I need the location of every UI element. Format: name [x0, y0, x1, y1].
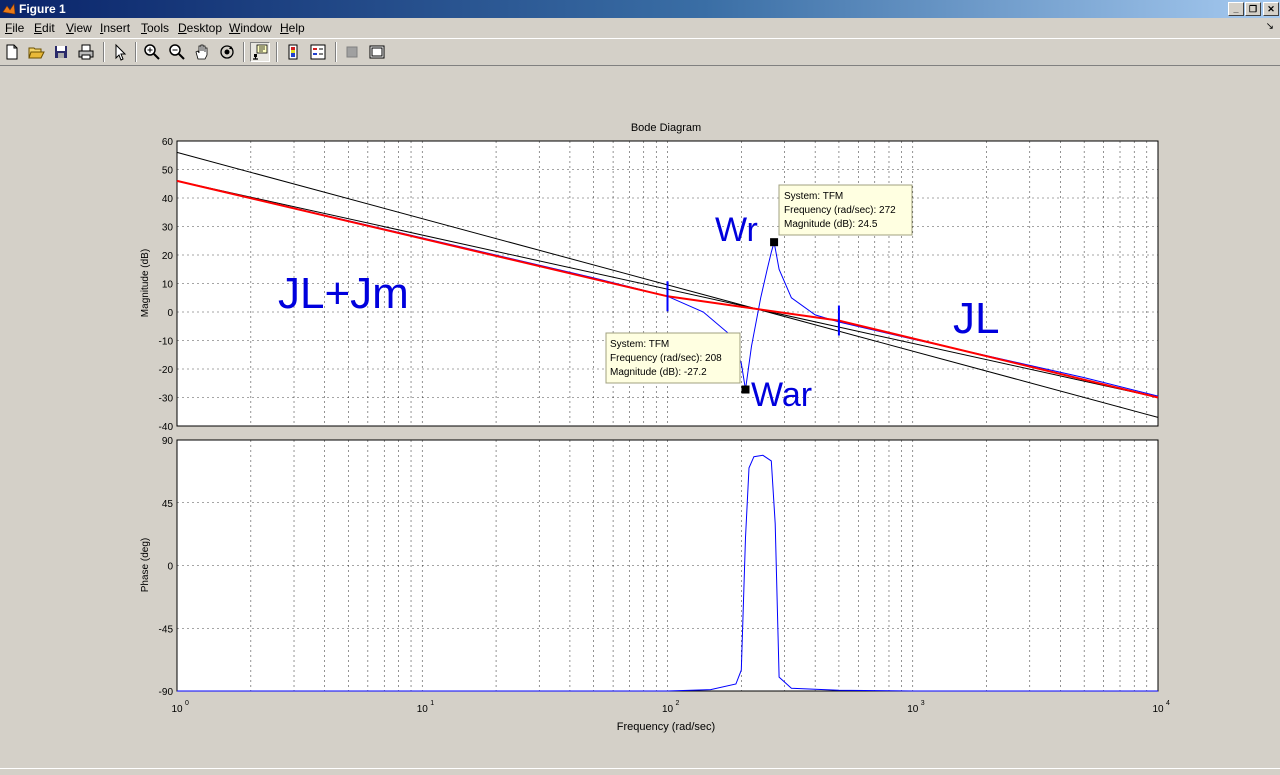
close-button[interactable]: ✕ [1263, 2, 1279, 16]
x-tick-label: 10 [662, 704, 674, 715]
data-cursor-icon[interactable] [250, 42, 270, 62]
magnitude-tick-label: -40 [159, 422, 174, 433]
maximize-button[interactable]: ❐ [1245, 2, 1261, 16]
show-plot-tools-icon[interactable] [368, 43, 386, 61]
phase-tick-label: -90 [159, 687, 174, 698]
x-tick-label: 10 [417, 704, 429, 715]
new-figure-icon[interactable] [3, 43, 21, 61]
magnitude-tick-label: 0 [167, 308, 173, 319]
figure-canvas[interactable]: -40-30-20-100102030405060-90-45045901001… [0, 66, 1280, 766]
legend-icon[interactable] [309, 43, 327, 61]
magnitude-tick-label: -20 [159, 365, 174, 376]
datatip-marker [770, 238, 779, 247]
datatip-marker [741, 385, 750, 394]
x-tick-label: 10 [1152, 704, 1164, 715]
edit-plot-arrow-icon[interactable] [111, 43, 129, 61]
menu-help[interactable]: Help [280, 21, 305, 35]
menu-desktop[interactable]: Desktop [178, 21, 222, 35]
annotation-wr: Wr [715, 211, 758, 249]
menu-insert[interactable]: Insert [100, 21, 130, 35]
x-tick-exponent: 0 [185, 700, 189, 707]
magnitude-tick-label: 40 [162, 194, 174, 205]
magnitude-tick-label: 30 [162, 223, 174, 234]
magnitude-tick-label: -30 [159, 394, 174, 405]
menu-view[interactable]: View [66, 21, 92, 35]
phase-tick-label: 90 [162, 436, 174, 447]
annotation-jl: JL [953, 294, 999, 343]
x-tick-exponent: 2 [676, 700, 680, 707]
zoom-in-icon[interactable] [143, 43, 161, 61]
x-tick-label: 10 [171, 704, 183, 715]
datatip-peak-line3: Magnitude (dB): 24.5 [784, 219, 878, 230]
menu-window[interactable]: Window [229, 21, 272, 35]
x-tick-exponent: 3 [921, 700, 925, 707]
annotation-war: War [751, 376, 812, 414]
window-title: Figure 1 [19, 2, 66, 16]
pan-hand-icon[interactable] [193, 43, 211, 61]
datatip-peak[interactable]: System: TFM Frequency (rad/sec): 272 Mag… [778, 184, 913, 236]
matlab-logo-icon [2, 3, 16, 15]
magnitude-tick-label: 50 [162, 166, 174, 177]
datatip-peak-line2: Frequency (rad/sec): 272 [784, 205, 896, 216]
phase-y-label: Phase (deg) [140, 538, 151, 592]
dock-arrow-icon[interactable]: ↘ [1266, 21, 1274, 32]
magnitude-y-label: Magnitude (dB) [140, 249, 151, 317]
minimize-button[interactable]: _ [1228, 2, 1244, 16]
hide-plot-tools-icon[interactable] [343, 43, 361, 61]
menu-file[interactable]: File [5, 21, 24, 35]
magnitude-tick-label: 20 [162, 251, 174, 262]
phase-tick-label: 45 [162, 499, 174, 510]
magnitude-tick-label: 60 [162, 137, 174, 148]
annotation-jl-jm: JL+Jm [278, 269, 409, 318]
phase-tick-label: -45 [159, 624, 174, 635]
menu-bar: File Edit View Insert Tools Desktop Wind… [0, 18, 1280, 38]
magnitude-tick-label: -10 [159, 337, 174, 348]
datatip-peak-line1: System: TFM [784, 191, 843, 202]
zoom-out-icon[interactable] [168, 43, 186, 61]
datatip-notch-line2: Frequency (rad/sec): 208 [610, 353, 722, 364]
title-bar[interactable]: Figure 1 _ ❐ ✕ [0, 0, 1280, 18]
rotate-3d-icon[interactable] [218, 43, 236, 61]
open-file-icon[interactable] [27, 43, 45, 61]
datatip-notch[interactable]: System: TFM Frequency (rad/sec): 208 Mag… [605, 332, 741, 384]
datatip-notch-line3: Magnitude (dB): -27.2 [610, 367, 707, 378]
print-icon[interactable] [77, 43, 95, 61]
x-tick-exponent: 4 [1166, 700, 1170, 707]
figure-toolbar [0, 38, 1280, 66]
save-icon[interactable] [52, 43, 70, 61]
menu-edit[interactable]: Edit [34, 21, 55, 35]
x-tick-exponent: 1 [430, 700, 434, 707]
x-tick-label: 10 [907, 704, 919, 715]
colorbar-icon[interactable] [284, 43, 302, 61]
plot-title: Bode Diagram [631, 122, 701, 134]
menu-tools[interactable]: Tools [141, 21, 169, 35]
datatip-notch-line1: System: TFM [610, 339, 669, 350]
x-axis-label: Frequency (rad/sec) [617, 721, 715, 733]
phase-tick-label: 0 [167, 562, 173, 573]
magnitude-tick-label: 10 [162, 280, 174, 291]
